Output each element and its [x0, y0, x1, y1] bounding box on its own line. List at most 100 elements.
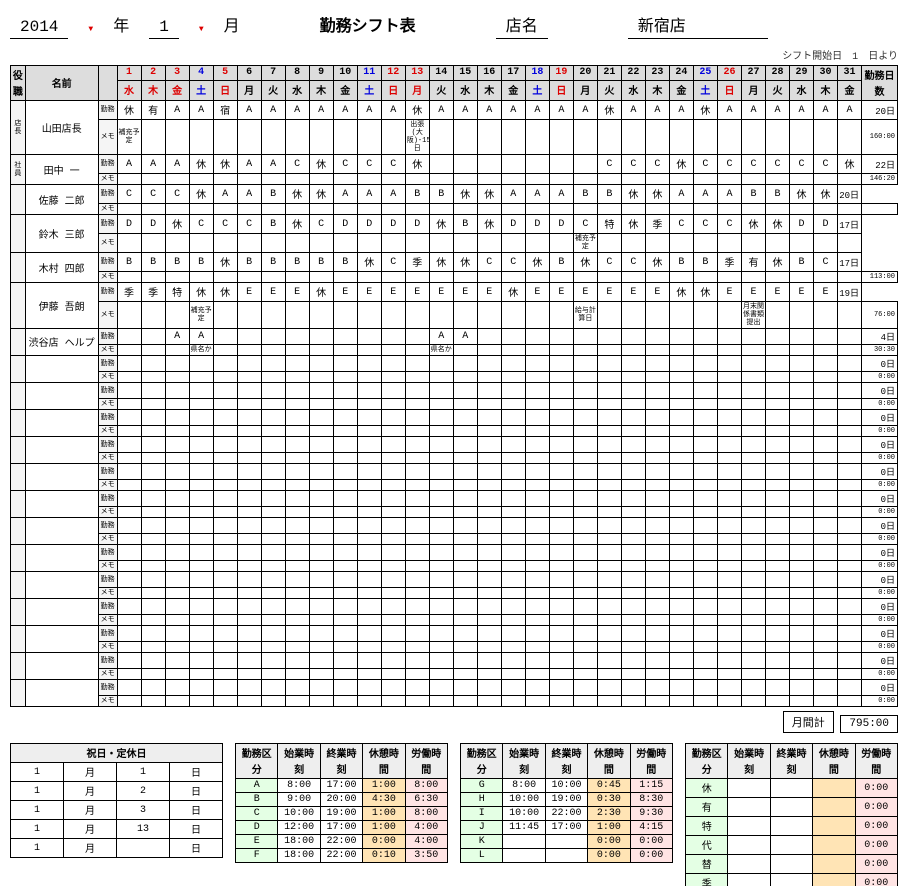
note-cell[interactable]: [333, 372, 357, 383]
note-cell[interactable]: [309, 615, 333, 626]
shift-cell[interactable]: [189, 599, 213, 615]
shift-cell[interactable]: [141, 626, 165, 642]
note-cell[interactable]: [453, 696, 477, 707]
note-cell[interactable]: [477, 345, 501, 356]
note-cell[interactable]: [525, 426, 549, 437]
shift-cell[interactable]: [597, 599, 621, 615]
note-cell[interactable]: [549, 696, 573, 707]
note-cell[interactable]: [237, 696, 261, 707]
shift-cell[interactable]: [838, 383, 862, 399]
shift-cell[interactable]: [477, 383, 501, 399]
note-cell[interactable]: [429, 174, 453, 185]
note-cell[interactable]: [621, 204, 645, 215]
shift-cell[interactable]: [381, 545, 405, 561]
shift-cell[interactable]: [261, 626, 285, 642]
note-cell[interactable]: [237, 302, 261, 329]
note-cell[interactable]: [405, 507, 429, 518]
shift-cell[interactable]: B: [789, 253, 813, 272]
shift-cell[interactable]: [501, 599, 525, 615]
note-cell[interactable]: [309, 588, 333, 599]
shift-cell[interactable]: 休: [453, 185, 477, 204]
shift-cell[interactable]: [717, 437, 741, 453]
note-cell[interactable]: [814, 507, 838, 518]
shift-cell[interactable]: [765, 653, 789, 669]
note-cell[interactable]: [333, 204, 357, 215]
note-cell[interactable]: [838, 174, 862, 185]
note-cell[interactable]: [453, 453, 477, 464]
shift-cell[interactable]: A: [357, 185, 381, 204]
note-cell[interactable]: [525, 234, 549, 253]
shift-cell[interactable]: C: [693, 215, 717, 234]
note-cell[interactable]: [501, 453, 525, 464]
note-cell[interactable]: [165, 480, 189, 491]
shift-cell[interactable]: [693, 329, 717, 345]
shift-cell[interactable]: [597, 653, 621, 669]
shift-cell[interactable]: C: [117, 185, 141, 204]
shift-cell[interactable]: [693, 491, 717, 507]
shift-cell[interactable]: C: [237, 215, 261, 234]
note-cell[interactable]: [741, 372, 765, 383]
note-cell[interactable]: [525, 669, 549, 680]
shift-cell[interactable]: [453, 491, 477, 507]
note-cell[interactable]: [525, 588, 549, 599]
note-cell[interactable]: [381, 302, 405, 329]
shift-cell[interactable]: [309, 545, 333, 561]
shift-cell[interactable]: 休: [669, 155, 693, 174]
note-cell[interactable]: [765, 615, 789, 626]
note-cell[interactable]: [741, 272, 765, 283]
note-cell[interactable]: [621, 642, 645, 653]
shift-cell[interactable]: [357, 572, 381, 588]
note-cell[interactable]: [189, 507, 213, 518]
shift-cell[interactable]: [621, 410, 645, 426]
note-cell[interactable]: [381, 372, 405, 383]
note-cell[interactable]: [381, 669, 405, 680]
note-cell[interactable]: [549, 372, 573, 383]
note-cell[interactable]: [621, 372, 645, 383]
shift-cell[interactable]: [525, 383, 549, 399]
shift-cell[interactable]: E: [237, 283, 261, 302]
shift-cell[interactable]: 休: [213, 283, 237, 302]
shift-cell[interactable]: [477, 491, 501, 507]
shift-cell[interactable]: [141, 491, 165, 507]
shift-cell[interactable]: 休: [765, 215, 789, 234]
note-cell[interactable]: [357, 302, 381, 329]
shift-cell[interactable]: [333, 599, 357, 615]
shift-cell[interactable]: [645, 410, 669, 426]
shift-cell[interactable]: C: [285, 155, 309, 174]
note-cell[interactable]: [117, 453, 141, 464]
note-cell[interactable]: [477, 399, 501, 410]
note-cell[interactable]: [333, 615, 357, 626]
note-cell[interactable]: [814, 453, 838, 464]
note-cell[interactable]: [117, 507, 141, 518]
note-cell[interactable]: [309, 345, 333, 356]
note-cell[interactable]: [717, 561, 741, 572]
note-cell[interactable]: [405, 345, 429, 356]
note-cell[interactable]: [237, 120, 261, 155]
shift-cell[interactable]: E: [741, 283, 765, 302]
shift-cell[interactable]: [381, 383, 405, 399]
note-cell[interactable]: [453, 507, 477, 518]
shift-cell[interactable]: E: [453, 283, 477, 302]
note-cell[interactable]: [381, 174, 405, 185]
shift-cell[interactable]: [237, 329, 261, 345]
shift-cell[interactable]: C: [333, 155, 357, 174]
shift-cell[interactable]: [237, 518, 261, 534]
shift-cell[interactable]: [645, 518, 669, 534]
note-cell[interactable]: [525, 345, 549, 356]
shift-cell[interactable]: [333, 518, 357, 534]
note-cell[interactable]: [213, 426, 237, 437]
note-cell[interactable]: [717, 696, 741, 707]
note-cell[interactable]: [309, 120, 333, 155]
note-cell[interactable]: [357, 480, 381, 491]
note-cell[interactable]: [453, 399, 477, 410]
note-cell[interactable]: [789, 642, 813, 653]
note-cell[interactable]: [645, 399, 669, 410]
shift-cell[interactable]: [309, 410, 333, 426]
note-cell[interactable]: [669, 234, 693, 253]
note-cell[interactable]: [405, 372, 429, 383]
note-cell[interactable]: 出張(大阪)-15日: [405, 120, 429, 155]
note-cell[interactable]: [501, 345, 525, 356]
shift-cell[interactable]: [357, 410, 381, 426]
note-cell[interactable]: [597, 234, 621, 253]
note-cell[interactable]: [789, 302, 813, 329]
